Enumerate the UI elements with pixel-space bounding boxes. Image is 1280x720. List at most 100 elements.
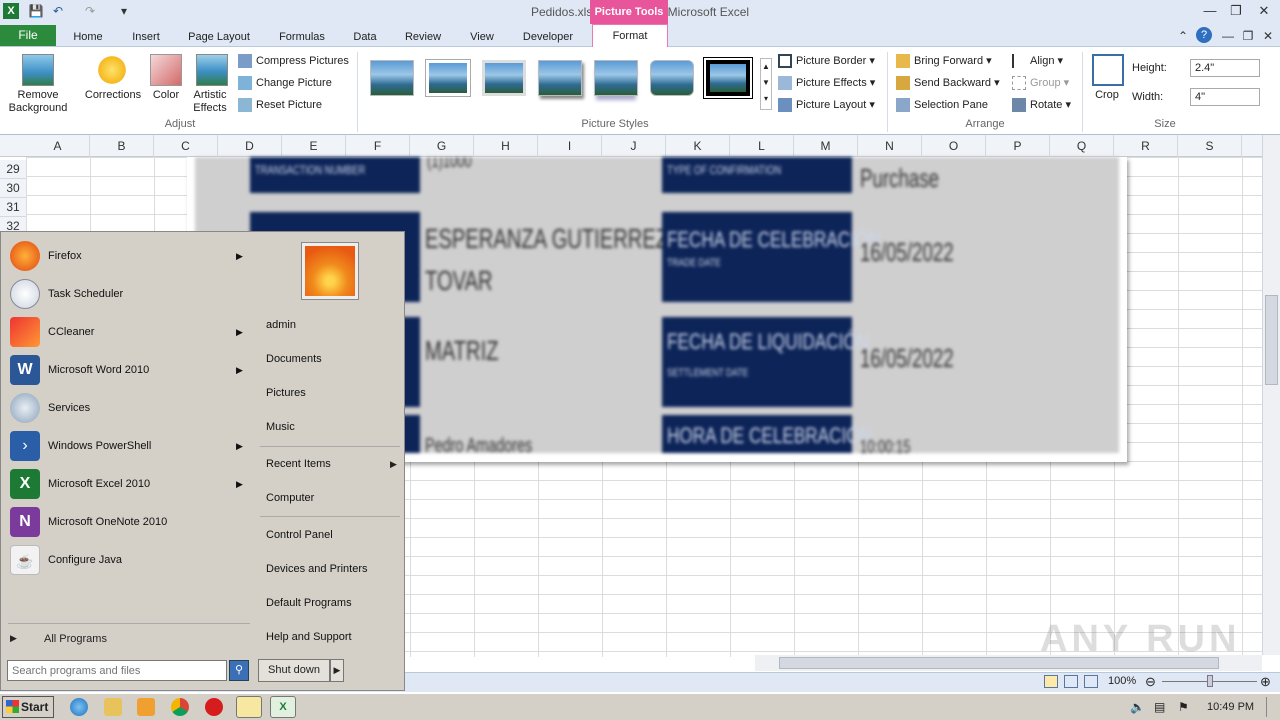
height-field[interactable]: 2.4": [1190, 59, 1260, 77]
group-button[interactable]: Group ▾: [1012, 76, 1069, 90]
action-center-flag-icon[interactable]: ⚑: [1178, 700, 1189, 714]
styles-gallery-scroll[interactable]: ▲ ▼ ▾: [760, 58, 772, 110]
restore-icon[interactable]: ❐: [1224, 2, 1248, 20]
tab-file[interactable]: File: [0, 25, 56, 46]
start-item-word[interactable]: W Microsoft Word 2010 ▶: [10, 353, 250, 387]
column-header[interactable]: C: [154, 135, 218, 157]
start-item-services[interactable]: Services: [10, 391, 250, 425]
wb-minimize-icon[interactable]: —: [1220, 28, 1236, 44]
zoom-slider-thumb[interactable]: [1207, 675, 1213, 687]
crop-icon[interactable]: [1092, 54, 1124, 86]
wb-close-icon[interactable]: ✕: [1260, 28, 1276, 44]
tab-developer[interactable]: Developer: [516, 28, 580, 46]
folder-icon[interactable]: [104, 698, 122, 716]
start-item-excel[interactable]: X Microsoft Excel 2010 ▶: [10, 467, 250, 501]
column-header[interactable]: R: [1114, 135, 1178, 157]
column-header[interactable]: H: [474, 135, 538, 157]
redo-icon[interactable]: ↷: [82, 3, 98, 19]
tab-page-layout[interactable]: Page Layout: [184, 28, 254, 46]
start-right-music[interactable]: Music: [266, 421, 295, 433]
tab-view[interactable]: View: [462, 28, 502, 46]
start-item-onenote[interactable]: N Microsoft OneNote 2010: [10, 505, 250, 539]
minimize-ribbon-icon[interactable]: ⌃: [1175, 28, 1191, 44]
close-icon[interactable]: ✕: [1252, 2, 1276, 20]
picture-style-7[interactable]: [704, 58, 752, 98]
color-button[interactable]: Color: [146, 89, 186, 102]
column-header[interactable]: M: [794, 135, 858, 157]
tab-format[interactable]: Format: [592, 24, 668, 48]
opera-icon[interactable]: [205, 698, 223, 716]
picture-style-5[interactable]: [594, 60, 638, 96]
corrections-button[interactable]: Corrections: [82, 89, 144, 102]
undo-icon[interactable]: ↶: [50, 3, 66, 19]
remove-background-button[interactable]: Remove Background: [4, 89, 72, 115]
zoom-level[interactable]: 100%: [1108, 675, 1136, 687]
crop-button[interactable]: Crop: [1090, 89, 1124, 102]
start-button[interactable]: Start: [2, 696, 54, 718]
column-header[interactable]: L: [730, 135, 794, 157]
minimize-icon[interactable]: —: [1198, 2, 1222, 20]
chrome-icon[interactable]: [171, 698, 189, 716]
save-icon[interactable]: 💾: [28, 3, 44, 19]
compress-pictures-button[interactable]: Compress Pictures: [238, 54, 349, 68]
column-header[interactable]: D: [218, 135, 282, 157]
clock[interactable]: 10:49 PM: [1207, 701, 1254, 713]
picture-border-button[interactable]: Picture Border ▾: [778, 54, 875, 68]
zoom-in-icon[interactable]: ⊕: [1260, 674, 1271, 690]
change-picture-button[interactable]: Change Picture: [238, 76, 332, 90]
artistic-effects-icon[interactable]: [196, 54, 228, 86]
column-header[interactable]: O: [922, 135, 986, 157]
start-item-task-scheduler[interactable]: Task Scheduler: [10, 277, 250, 311]
picture-style-6[interactable]: [650, 60, 694, 96]
tab-home[interactable]: Home: [66, 28, 110, 46]
start-right-admin[interactable]: admin: [266, 319, 296, 331]
start-right-default-programs[interactable]: Default Programs: [266, 597, 352, 609]
show-desktop-button[interactable]: [1266, 697, 1278, 717]
picture-style-2[interactable]: [426, 60, 470, 96]
start-right-documents[interactable]: Documents: [266, 353, 322, 365]
align-button[interactable]: Align ▾: [1012, 54, 1063, 68]
start-item-firefox[interactable]: Firefox ▶: [10, 239, 250, 273]
start-right-pictures[interactable]: Pictures: [266, 387, 306, 399]
media-player-icon[interactable]: [137, 698, 155, 716]
ie-icon[interactable]: [70, 698, 88, 716]
customize-qat-icon[interactable]: ▾: [116, 3, 132, 19]
column-header[interactable]: G: [410, 135, 474, 157]
corrections-icon[interactable]: [96, 54, 128, 86]
row-header[interactable]: 31: [0, 198, 26, 217]
column-header[interactable]: S: [1178, 135, 1242, 157]
picture-style-1[interactable]: [370, 60, 414, 96]
user-avatar[interactable]: [302, 243, 358, 299]
wb-restore-icon[interactable]: ❐: [1240, 28, 1256, 44]
vertical-scroll-thumb[interactable]: [1265, 295, 1278, 385]
page-layout-view-icon[interactable]: [1064, 675, 1078, 688]
row-header[interactable]: 30: [0, 179, 26, 198]
column-header[interactable]: P: [986, 135, 1050, 157]
column-header[interactable]: N: [858, 135, 922, 157]
artistic-effects-button[interactable]: Artistic Effects: [186, 89, 234, 115]
selection-pane-button[interactable]: Selection Pane: [896, 98, 988, 112]
tab-data[interactable]: Data: [346, 28, 384, 46]
excel-app-icon[interactable]: X: [3, 3, 19, 19]
tab-formulas[interactable]: Formulas: [272, 28, 332, 46]
column-header[interactable]: I: [538, 135, 602, 157]
start-right-control-panel[interactable]: Control Panel: [266, 529, 333, 541]
taskbar-app-outlook[interactable]: [236, 696, 262, 718]
vertical-scrollbar[interactable]: [1262, 135, 1280, 655]
picture-style-3[interactable]: [482, 60, 526, 96]
start-item-ccleaner[interactable]: CCleaner ▶: [10, 315, 250, 349]
width-field[interactable]: 4": [1190, 88, 1260, 106]
all-programs-button[interactable]: All Programs: [44, 633, 107, 645]
row-header[interactable]: 29: [0, 160, 26, 179]
column-header[interactable]: A: [26, 135, 90, 157]
start-right-help-support[interactable]: Help and Support: [266, 631, 352, 643]
column-header[interactable]: K: [666, 135, 730, 157]
bring-forward-button[interactable]: Bring Forward ▾: [896, 54, 992, 68]
search-icon[interactable]: ⚲: [229, 660, 249, 681]
zoom-out-icon[interactable]: ⊖: [1145, 674, 1156, 690]
picture-style-4[interactable]: [538, 60, 582, 96]
send-backward-button[interactable]: Send Backward ▾: [896, 76, 1000, 90]
rotate-button[interactable]: Rotate ▾: [1012, 98, 1071, 112]
page-break-view-icon[interactable]: [1084, 675, 1098, 688]
tab-review[interactable]: Review: [400, 28, 446, 46]
